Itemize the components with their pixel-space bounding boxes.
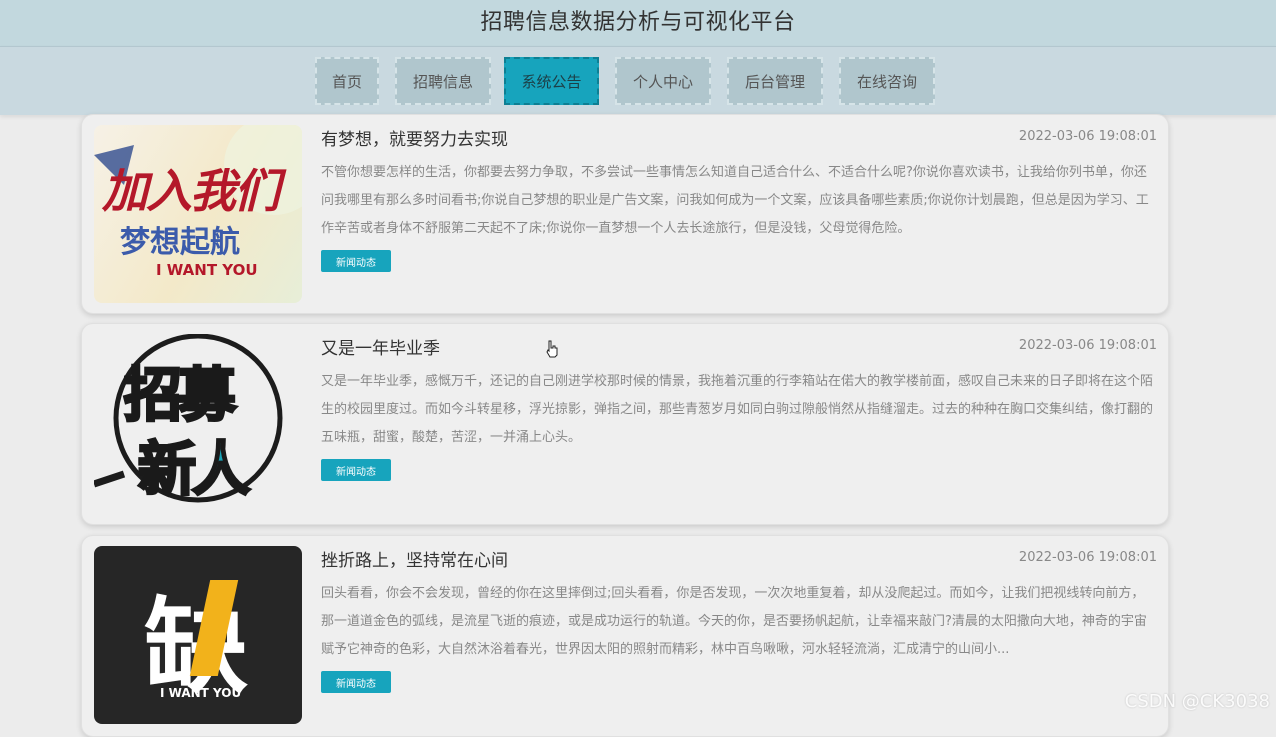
main-nav: 首页 招聘信息 系统公告 个人中心 后台管理 在线咨询 bbox=[0, 46, 1276, 115]
post-title[interactable]: 挫折路上，坚持常在心间 bbox=[321, 546, 508, 571]
hand-cursor-icon bbox=[545, 340, 559, 362]
image-headline: 招募 bbox=[122, 360, 237, 431]
post-thumbnail[interactable]: 招募 新人 bbox=[94, 334, 302, 512]
nav-admin[interactable]: 后台管理 bbox=[727, 57, 823, 105]
nav-home[interactable]: 首页 bbox=[315, 57, 379, 105]
image-caption: I WANT YOU bbox=[160, 686, 242, 700]
post-timestamp: 2022-03-06 19:08:01 bbox=[1018, 129, 1157, 144]
announcement-card[interactable]: 招募 新人 又是一年毕业季 2022-03-06 19:08:01 又是一年毕业… bbox=[81, 323, 1169, 525]
announcement-card[interactable]: 缺 I WANT YOU 挫折路上，坚持常在心间 2022-03-06 19:0… bbox=[81, 535, 1169, 737]
post-timestamp: 2022-03-06 19:08:01 bbox=[1018, 550, 1157, 565]
image-headline: 加入我们 bbox=[102, 164, 280, 218]
post-excerpt: 回头看看，你会不会发现，曾经的你在这里摔倒过;回头看看，你是否发现，一次次地重复… bbox=[321, 586, 1147, 657]
image-caption: I WANT YOU bbox=[156, 261, 258, 279]
nav-announcements[interactable]: 系统公告 bbox=[504, 57, 599, 105]
announcement-card[interactable]: 加入我们 梦想起航 I WANT YOU 有梦想，就要努力去实现 2022-03… bbox=[81, 114, 1169, 314]
category-tag[interactable]: 新闻动态 bbox=[321, 671, 391, 693]
post-thumbnail[interactable]: 加入我们 梦想起航 I WANT YOU bbox=[94, 125, 302, 303]
nav-personal-center[interactable]: 个人中心 bbox=[615, 57, 711, 105]
header-bar: 招聘信息数据分析与可视化平台 bbox=[0, 0, 1276, 46]
image-subheadline: 梦想起航 bbox=[120, 225, 240, 260]
post-thumbnail[interactable]: 缺 I WANT YOU bbox=[94, 546, 302, 724]
nav-job-info[interactable]: 招聘信息 bbox=[395, 57, 491, 105]
category-tag[interactable]: 新闻动态 bbox=[321, 459, 391, 481]
watermark: CSDN @CK3038 bbox=[1124, 691, 1270, 712]
image-subheadline: 新人 bbox=[136, 434, 251, 505]
nav-consult[interactable]: 在线咨询 bbox=[839, 57, 935, 105]
post-excerpt: 不管你想要怎样的生活，你都要去努力争取，不多尝试一些事情怎么知道自己适合什么、不… bbox=[321, 165, 1149, 236]
category-tag[interactable]: 新闻动态 bbox=[321, 250, 391, 272]
post-title[interactable]: 又是一年毕业季 bbox=[321, 334, 440, 359]
post-excerpt: 又是一年毕业季，感慨万千，还记的自己刚进学校那时候的情景，我拖着沉重的行李箱站在… bbox=[321, 374, 1154, 445]
post-timestamp: 2022-03-06 19:08:01 bbox=[1018, 338, 1157, 353]
post-title[interactable]: 有梦想，就要努力去实现 bbox=[321, 125, 508, 150]
page-title: 招聘信息数据分析与可视化平台 bbox=[480, 10, 796, 35]
